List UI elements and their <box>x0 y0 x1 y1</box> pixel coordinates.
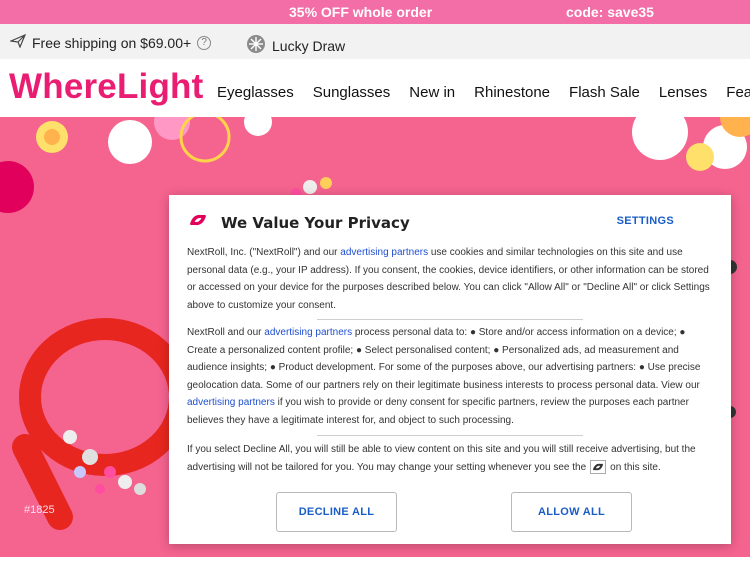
product-code: #1825 <box>24 504 55 516</box>
nav-featured[interactable]: Featured <box>726 84 750 101</box>
promo-bar: 35% OFF whole order code: save35 <box>0 0 750 24</box>
info-bar: Free shipping on $69.00+ ? Lucky Draw <box>0 24 750 59</box>
dialog-title: We Value Your Privacy <box>221 213 410 232</box>
lucky-draw[interactable]: Lucky Draw <box>246 34 345 57</box>
consent-paragraph-1: NextRoll, Inc. ("NextRoll") and our adve… <box>187 244 713 314</box>
advertising-partners-link[interactable]: advertising partners <box>187 397 275 408</box>
nav-sunglasses[interactable]: Sunglasses <box>313 84 391 101</box>
divider <box>317 319 583 320</box>
divider <box>317 435 583 436</box>
decline-all-button[interactable]: DECLINE ALL <box>276 492 397 532</box>
nav-eyeglasses[interactable]: Eyeglasses <box>217 84 294 101</box>
nextroll-logo-icon <box>187 212 209 233</box>
main-nav: WhereLight Eyeglasses Sunglasses New in … <box>0 59 750 117</box>
allow-all-button[interactable]: ALLOW ALL <box>511 492 632 532</box>
p2-text-a: NextRoll and our <box>187 327 265 338</box>
privacy-consent-dialog: We Value Your Privacy SETTINGS NextRoll,… <box>169 195 731 544</box>
nav-links: Eyeglasses Sunglasses New in Rhinestone … <box>217 84 750 101</box>
advertising-partners-link[interactable]: advertising partners <box>340 247 428 258</box>
promo-offer: 35% OFF whole order <box>289 4 433 20</box>
nav-lenses[interactable]: Lenses <box>659 84 707 101</box>
p1-text-a: NextRoll, Inc. ("NextRoll") and our <box>187 247 341 258</box>
free-shipping[interactable]: Free shipping on $69.00+ ? <box>8 33 212 51</box>
p3-text-b: on this site. <box>610 461 661 473</box>
site-logo[interactable]: WhereLight <box>9 67 203 107</box>
nav-flash-sale[interactable]: Flash Sale <box>569 84 640 101</box>
snowflake-icon <box>246 34 266 57</box>
plane-icon <box>8 33 27 51</box>
nextroll-settings-icon[interactable] <box>590 459 607 474</box>
question-icon[interactable]: ? <box>197 35 212 50</box>
lucky-draw-label: Lucky Draw <box>272 37 346 54</box>
nav-rhinestone[interactable]: Rhinestone <box>474 84 550 101</box>
nav-new-in[interactable]: New in <box>409 84 455 101</box>
free-shipping-label: Free shipping on $69.00+ <box>32 34 192 51</box>
dialog-header: We Value Your Privacy <box>187 212 410 233</box>
advertising-partners-link[interactable]: advertising partners <box>264 327 352 338</box>
settings-button[interactable]: SETTINGS <box>617 215 674 227</box>
promo-code: code: save35 <box>566 4 654 20</box>
consent-paragraph-2: NextRoll and our advertising partners pr… <box>187 324 713 429</box>
consent-paragraph-3: If you select Decline All, you will stil… <box>187 441 713 476</box>
